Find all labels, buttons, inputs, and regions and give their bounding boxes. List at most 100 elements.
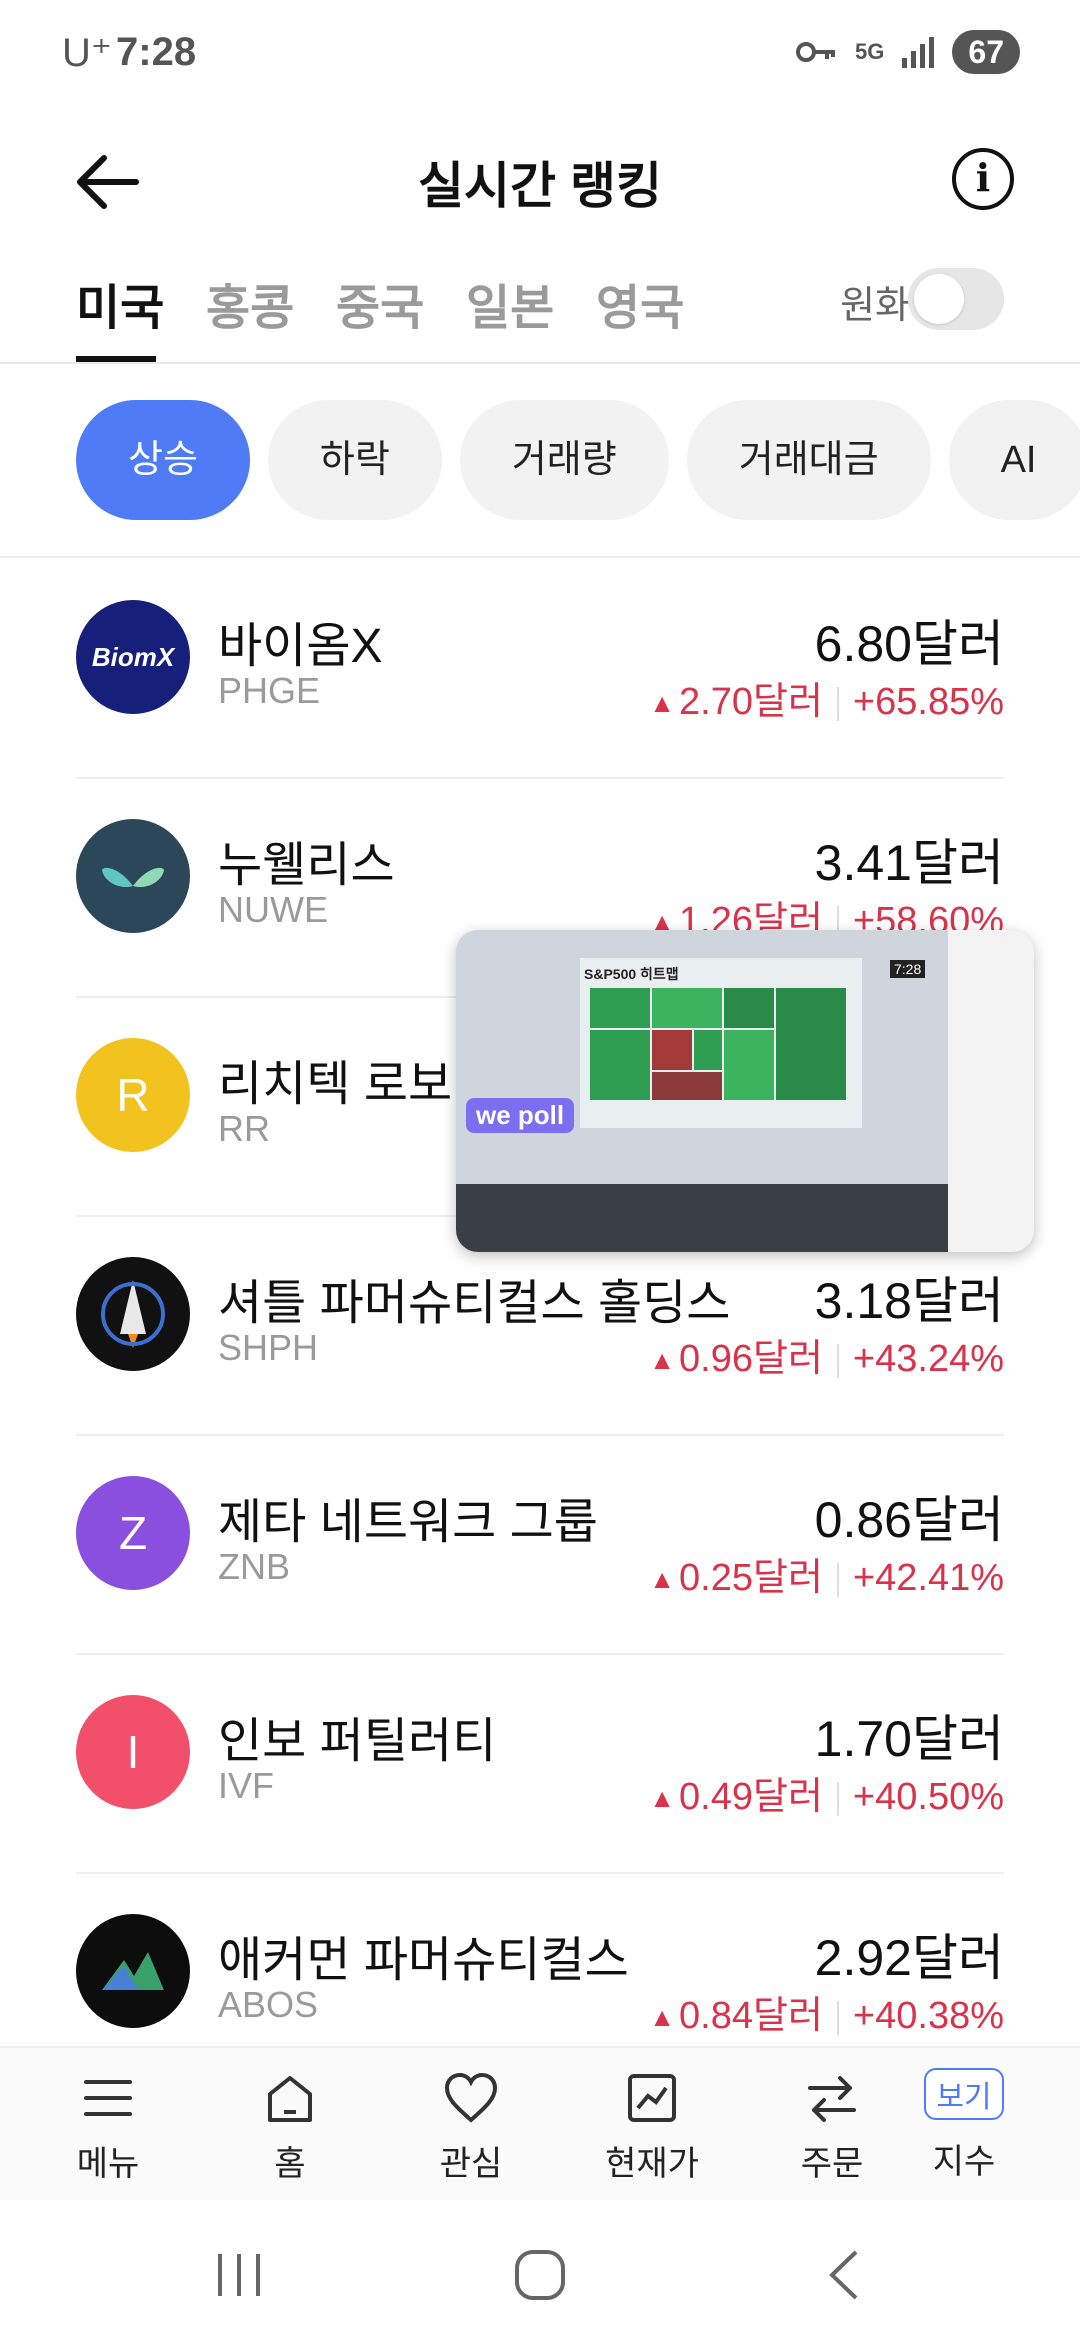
stock-ticker: NUWE bbox=[218, 889, 328, 930]
stock-change: ▲ 0.49달러 +40.50% bbox=[649, 1765, 1004, 1820]
stock-price: 2.92달러 bbox=[814, 1930, 1004, 1986]
system-nav-bar bbox=[0, 2200, 1080, 2340]
pip-studio-floor bbox=[456, 1184, 956, 1252]
stock-logo-acurx bbox=[76, 1914, 190, 2028]
tab-china[interactable]: 중국 bbox=[336, 268, 424, 338]
change-amount: 0.96달러 bbox=[679, 1338, 823, 1380]
stock-row[interactable]: I 인보 퍼틸러티 IVF 1.70달러 ▲ 0.49달러 +40.50% bbox=[0, 1655, 1080, 1874]
change-amount: 0.25달러 bbox=[679, 1557, 823, 1599]
active-tab-underline bbox=[76, 356, 156, 362]
header: 실시간 랭킹 i bbox=[0, 120, 1080, 240]
stock-row[interactable]: BiomX 바이옴X PHGE 6.80달러 ▲ 2.70달러 +65.85% bbox=[0, 560, 1080, 779]
tab-hongkong[interactable]: 홍콩 bbox=[206, 268, 294, 338]
separator bbox=[836, 686, 839, 721]
pip-board-title: S&P500 히트맵 bbox=[584, 966, 679, 982]
stock-ticker: ZNB bbox=[218, 1546, 290, 1587]
separator bbox=[836, 2000, 839, 2035]
stock-ticker: PHGE bbox=[218, 670, 321, 711]
nav-order[interactable]: 주문 bbox=[762, 2068, 902, 2185]
stock-logo-zeta: Z bbox=[76, 1476, 190, 1590]
nav-current-price[interactable]: 현재가 bbox=[582, 2068, 722, 2185]
key-icon bbox=[796, 42, 836, 62]
pip-time: 7:28 bbox=[890, 960, 926, 978]
nav-watchlist[interactable]: 관심 bbox=[401, 2068, 541, 2185]
logo-text: I bbox=[126, 1726, 140, 1778]
market-tabs: 미국 홍콩 중국 일본 영국 원화 bbox=[0, 260, 1080, 364]
nav-label: 관심 bbox=[439, 2145, 503, 2183]
signal-icon bbox=[902, 37, 935, 68]
nav-label: 지수 bbox=[932, 2143, 996, 2181]
stock-price: 3.41달러 bbox=[814, 835, 1004, 891]
home-icon bbox=[268, 2076, 312, 2122]
battery-indicator: 67 bbox=[952, 30, 1020, 74]
change-percent: +40.50% bbox=[852, 1776, 1004, 1818]
tab-us[interactable]: 미국 bbox=[76, 268, 164, 338]
page-title: 실시간 랭킹 bbox=[418, 158, 662, 214]
stock-name: 제타 네트워크 그룹 bbox=[218, 1496, 598, 1549]
hamburger-icon bbox=[84, 2080, 132, 2116]
butterfly-logo-icon bbox=[102, 867, 164, 888]
back-button-icon[interactable] bbox=[810, 2240, 880, 2310]
status-icons: 5G 67 bbox=[795, 30, 1020, 74]
tab-uk[interactable]: 영국 bbox=[596, 268, 684, 338]
stock-logo-shuttle bbox=[76, 1257, 190, 1371]
change-percent: +42.41% bbox=[852, 1557, 1004, 1599]
carrier-label: U⁺ bbox=[62, 31, 112, 75]
chip-fall[interactable]: 하락 bbox=[267, 400, 442, 520]
stock-price: 3.18달러 bbox=[814, 1273, 1004, 1329]
pip-video-player[interactable]: S&P500 히트맵 7:28 we poll bbox=[456, 930, 1034, 1252]
stock-change: ▲ 2.70달러 +65.85% bbox=[649, 670, 1004, 725]
nav-label: 현재가 bbox=[605, 2145, 699, 2183]
network-5g-icon: 5G bbox=[855, 39, 885, 64]
tab-japan[interactable]: 일본 bbox=[466, 268, 554, 338]
chart-icon bbox=[628, 2074, 676, 2122]
stock-ticker: SHPH bbox=[218, 1327, 319, 1368]
separator bbox=[836, 1343, 839, 1378]
view-badge: 보기 bbox=[924, 2068, 1004, 2120]
filter-chips: 상승 하락 거래량 거래대금 AI bbox=[76, 400, 1080, 522]
change-amount: 2.70달러 bbox=[679, 681, 823, 723]
clock: 7:28 bbox=[116, 30, 197, 74]
chip-trade-value[interactable]: 거래대금 bbox=[686, 400, 931, 520]
chip-rise[interactable]: 상승 bbox=[76, 400, 250, 520]
home-button-icon[interactable] bbox=[505, 2240, 575, 2310]
toggle-knob bbox=[914, 274, 964, 324]
status-bar: U⁺ 7:28 5G 67 bbox=[0, 0, 1080, 110]
up-triangle-icon: ▲ bbox=[649, 1783, 676, 1814]
mountain-logo-icon bbox=[102, 1952, 164, 1990]
nav-menu[interactable]: 메뉴 bbox=[38, 2068, 178, 2185]
pip-channel-logo: we poll bbox=[466, 1098, 575, 1133]
nav-label: 주문 bbox=[800, 2145, 864, 2183]
stock-change: ▲ 0.96달러 +43.24% bbox=[649, 1327, 1004, 1382]
up-triangle-icon: ▲ bbox=[649, 1564, 676, 1595]
logo-text: Z bbox=[118, 1507, 148, 1559]
stock-name: 애커먼 파머슈티컬스 bbox=[218, 1934, 629, 1987]
stock-name: 누웰리스 bbox=[218, 839, 395, 892]
recent-apps-icon[interactable] bbox=[204, 2240, 274, 2310]
swap-arrows-icon bbox=[808, 2076, 856, 2122]
stock-name: 인보 퍼틸러티 bbox=[218, 1715, 497, 1768]
krw-toggle[interactable] bbox=[908, 268, 1004, 330]
nav-label: 홈 bbox=[274, 2145, 306, 2183]
chip-ai[interactable]: AI bbox=[948, 400, 1080, 520]
nav-index[interactable]: 보기 지수 bbox=[894, 2068, 1034, 2183]
stock-row[interactable]: Z 제타 네트워크 그룹 ZNB 0.86달러 ▲ 0.25달러 +42.41% bbox=[0, 1436, 1080, 1655]
logo-text: BiomX bbox=[91, 641, 175, 672]
stock-logo-biomx: BiomX bbox=[76, 600, 190, 714]
stock-change: ▲ 0.25달러 +42.41% bbox=[649, 1546, 1004, 1601]
stock-logo-invo: I bbox=[76, 1695, 190, 1809]
up-triangle-icon: ▲ bbox=[649, 1345, 676, 1376]
stock-logo-nuwellis bbox=[76, 819, 190, 933]
change-percent: +43.24% bbox=[852, 1338, 1004, 1380]
stock-ticker: ABOS bbox=[218, 1984, 319, 2025]
shuttle-logo-icon bbox=[101, 1280, 165, 1348]
info-icon[interactable]: i bbox=[952, 148, 1014, 210]
krw-toggle-label: 원화 bbox=[840, 285, 910, 327]
change-amount: 0.49달러 bbox=[679, 1776, 823, 1818]
change-percent: +40.38% bbox=[852, 1995, 1004, 2037]
up-triangle-icon: ▲ bbox=[649, 688, 676, 719]
nav-home[interactable]: 홈 bbox=[220, 2068, 360, 2185]
nav-label: 메뉴 bbox=[76, 2145, 140, 2183]
stock-name: 셔틀 파머슈티컬스 홀딩스 bbox=[218, 1277, 731, 1330]
chip-volume[interactable]: 거래량 bbox=[459, 400, 669, 520]
